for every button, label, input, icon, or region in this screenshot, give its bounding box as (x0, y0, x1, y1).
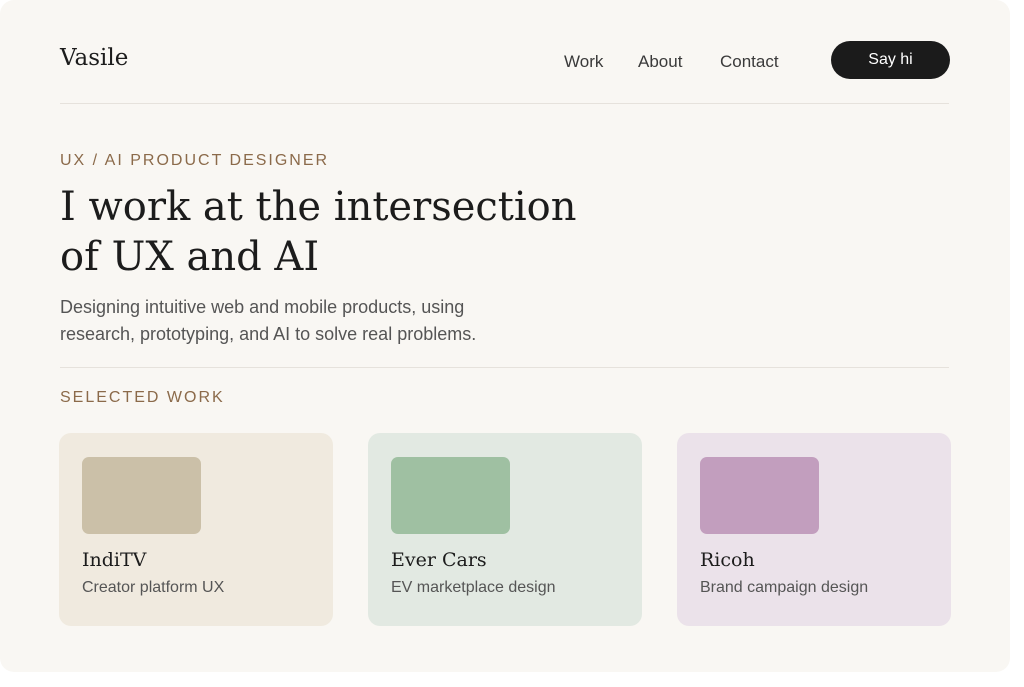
project-thumbnail (700, 457, 819, 534)
hero-headline: I work at the intersection of UX and AI (60, 184, 577, 280)
project-thumbnail (82, 457, 201, 534)
site-logo[interactable]: Vasile (60, 45, 128, 71)
header-divider (60, 103, 949, 104)
project-title: Ricoh (700, 549, 755, 571)
top-nav: Vasile Work About Contact Say hi (60, 40, 950, 82)
project-card-inditv[interactable]: IndiTV Creator platform UX (59, 433, 333, 626)
project-card-ever-cars[interactable]: Ever Cars EV marketplace design (368, 433, 642, 626)
hero-subtitle: Designing intuitive web and mobile produ… (60, 297, 477, 344)
nav-link-contact[interactable]: Contact (720, 52, 779, 72)
portfolio-page: Vasile Work About Contact Say hi UX / AI… (0, 0, 1010, 672)
project-title: Ever Cars (391, 549, 487, 571)
nav-link-about[interactable]: About (638, 52, 682, 72)
project-thumbnail (391, 457, 510, 534)
say-hi-button[interactable]: Say hi (831, 41, 950, 79)
section-divider (60, 367, 949, 368)
project-card-ricoh[interactable]: Ricoh Brand campaign design (677, 433, 951, 626)
project-description: Brand campaign design (700, 579, 869, 596)
selected-work-heading: SELECTED WORK (60, 389, 225, 406)
project-description: EV marketplace design (391, 579, 556, 596)
nav-link-work[interactable]: Work (564, 52, 603, 72)
project-description: Creator platform UX (82, 579, 225, 596)
project-title: IndiTV (82, 549, 147, 571)
role-eyebrow: UX / AI PRODUCT DESIGNER (60, 152, 330, 169)
